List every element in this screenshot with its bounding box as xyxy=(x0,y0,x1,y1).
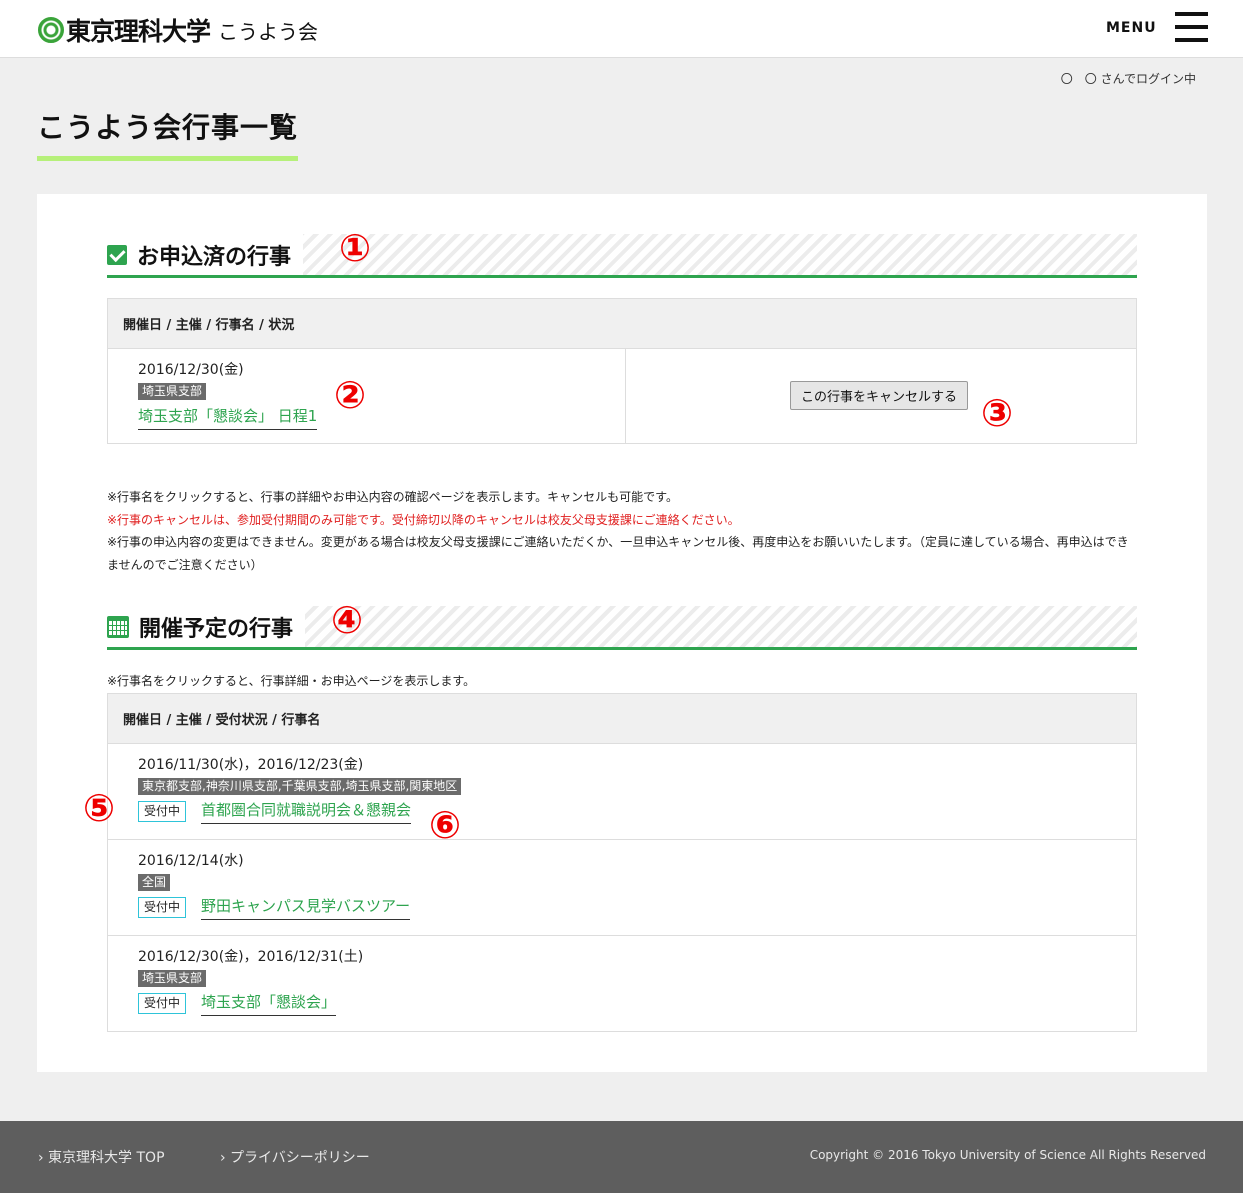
applied-event-cell: 2016/12/30(金) 埼玉県支部 埼玉支部「懇談会」 日程1 xyxy=(107,348,626,444)
event-link[interactable]: 埼玉支部「懇談会」 xyxy=(201,991,337,1016)
university-emblem-icon xyxy=(38,17,64,43)
branch-badge: 埼玉県支部 xyxy=(138,970,207,987)
menu-label[interactable]: MENU xyxy=(1106,20,1157,36)
table-row: 2016/12/14(水) 全国 受付中 野田キャンパス見学バスツアー xyxy=(107,839,1137,936)
cancel-cell: この行事をキャンセルする xyxy=(625,348,1137,444)
logo-association-name: こうよう会 xyxy=(218,19,319,44)
callout-2: ② xyxy=(334,373,367,417)
branch-badge: 全国 xyxy=(138,874,171,891)
applied-section-heading: お申込済の行事 xyxy=(107,234,1137,278)
site-footer: › 東京理科大学 TOP › プライバシーポリシー Copyright © 20… xyxy=(0,1121,1243,1193)
callout-1: ① xyxy=(339,226,372,270)
event-link[interactable]: 首都圏合同就職説明会＆懇親会 xyxy=(201,799,412,824)
applied-event-link[interactable]: 埼玉支部「懇談会」 日程1 xyxy=(138,405,318,430)
branch-badge: 東京都支部,神奈川県支部,千葉県支部,埼玉県支部,関東地区 xyxy=(138,778,462,795)
hamburger-menu-icon[interactable] xyxy=(1175,12,1208,42)
status-badge: 受付中 xyxy=(138,897,187,918)
note-line-3: ※行事の申込内容の変更はできません。変更がある場合は校友父母支援課にご連絡いただ… xyxy=(107,535,1129,572)
upcoming-note: ※行事名をクリックすると、行事詳細・お申込ページを表示します。 xyxy=(107,674,476,688)
event-date: 2016/12/14(水) xyxy=(138,853,244,869)
calendar-icon xyxy=(107,615,129,638)
event-date: 2016/11/30(水)，2016/12/23(金) xyxy=(138,757,364,773)
callout-3: ③ xyxy=(981,391,1014,435)
main-panel: お申込済の行事 ① 開催日 / 主催 / 行事名 / 状況 2016/12/30… xyxy=(37,194,1207,1072)
copyright: Copyright © 2016 Tokyo University of Sci… xyxy=(809,1148,1206,1162)
branch-badge: 埼玉県支部 xyxy=(138,383,207,400)
footer-link-university-top[interactable]: › 東京理科大学 TOP xyxy=(38,1147,165,1167)
page-title: こうよう会行事一覧 xyxy=(37,106,299,161)
cancel-event-button[interactable]: この行事をキャンセルする xyxy=(790,381,969,410)
table-row: 2016/11/30(水)，2016/12/23(金) 東京都支部,神奈川県支部… xyxy=(107,743,1137,840)
callout-4: ④ xyxy=(331,598,364,642)
upcoming-events-table: 開催日 / 主催 / 受付状況 / 行事名 2016/11/30(水)，2016… xyxy=(107,693,1137,1032)
table-row: 2016/12/30(金)，2016/12/31(土) 埼玉県支部 受付中 埼玉… xyxy=(107,935,1137,1032)
note-line-2-warning: ※行事のキャンセルは、参加受付期間のみ可能です。受付締切以降のキャンセルは校友父… xyxy=(107,512,740,527)
checkbox-checked-icon xyxy=(107,244,127,265)
notes: ※行事名をクリックすると、行事の詳細やお申込内容の確認ページを表示します。キャン… xyxy=(107,486,1137,576)
upcoming-section-heading: 開催予定の行事 xyxy=(107,606,1137,650)
event-date: 2016/12/30(金)，2016/12/31(土) xyxy=(138,949,364,965)
callout-6: ⑥ xyxy=(429,803,462,847)
event-link[interactable]: 野田キャンパス見学バスツアー xyxy=(201,895,411,920)
event-date: 2016/12/30(金) xyxy=(138,362,244,378)
footer-link-privacy-policy[interactable]: › プライバシーポリシー xyxy=(220,1147,370,1167)
upcoming-table-header: 開催日 / 主催 / 受付状況 / 行事名 xyxy=(107,693,1137,744)
login-status: 〇 〇 さんでログイン中 xyxy=(1060,72,1196,86)
note-line-1: ※行事名をクリックすると、行事の詳細やお申込内容の確認ページを表示します。キャン… xyxy=(107,490,678,504)
site-logo[interactable]: 東京理科大学 こうよう会 xyxy=(38,12,318,48)
upcoming-section-title: 開催予定の行事 xyxy=(139,616,294,642)
logo-university-name: 東京理科大学 xyxy=(66,17,211,46)
applied-section-title: お申込済の行事 xyxy=(137,244,292,270)
applied-table-header: 開催日 / 主催 / 行事名 / 状況 xyxy=(107,298,1137,349)
site-header: 東京理科大学 こうよう会 MENU xyxy=(0,0,1243,58)
status-badge: 受付中 xyxy=(138,801,187,822)
status-badge: 受付中 xyxy=(138,993,187,1014)
callout-5: ⑤ xyxy=(83,786,116,830)
